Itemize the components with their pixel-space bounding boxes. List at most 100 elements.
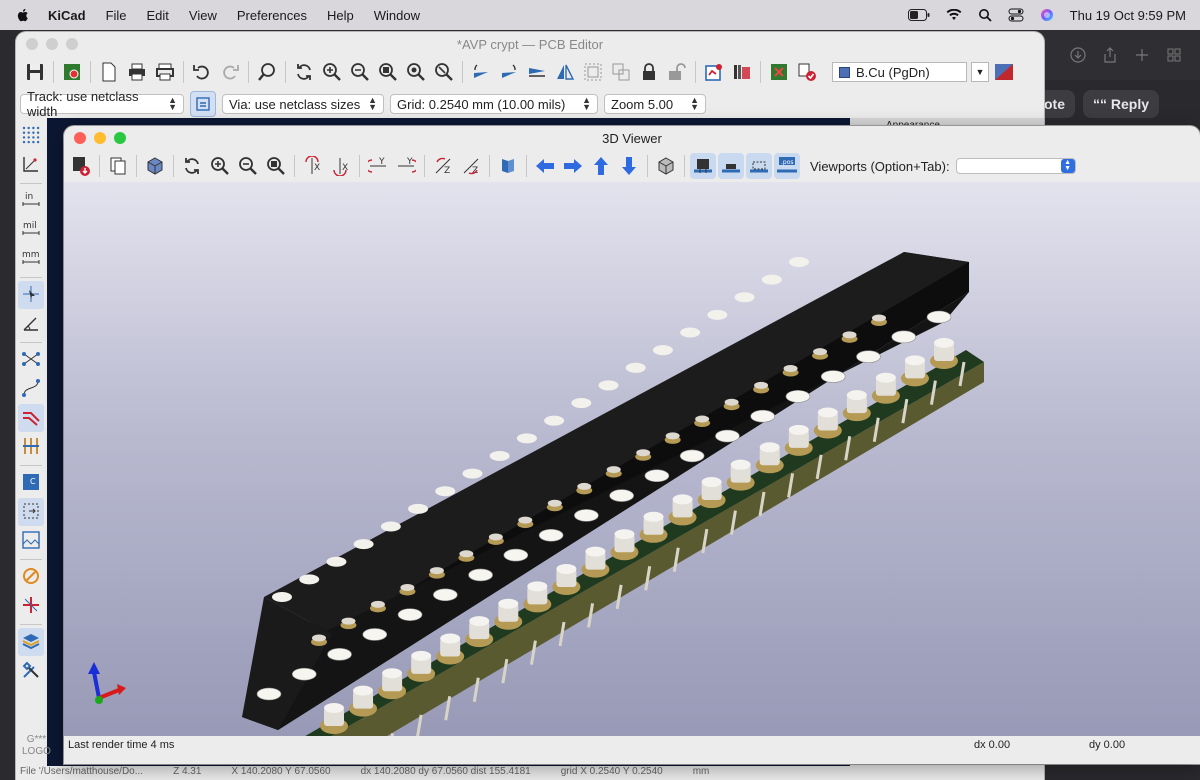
- move-right-button[interactable]: [560, 153, 586, 179]
- left-tool-ratsnest-button[interactable]: [18, 346, 44, 374]
- move-up-button[interactable]: [588, 153, 614, 179]
- unlock-button[interactable]: [664, 59, 690, 85]
- show-virtual-models-button[interactable]: [746, 153, 772, 179]
- flip-button[interactable]: [524, 59, 550, 85]
- left-tool-net-inspector-button[interactable]: [18, 592, 44, 620]
- rotate-cw-button[interactable]: [496, 59, 522, 85]
- plot-button[interactable]: [152, 59, 178, 85]
- mirror-button[interactable]: [552, 59, 578, 85]
- menu-file[interactable]: File: [106, 8, 127, 23]
- zoom-window-button[interactable]: [114, 132, 126, 144]
- download-icon[interactable]: [1070, 47, 1086, 63]
- quote-button[interactable]: ote: [1040, 90, 1075, 118]
- flip-board-button[interactable]: [495, 153, 521, 179]
- wifi-icon[interactable]: [946, 9, 962, 21]
- zoom-out-3d-button[interactable]: [235, 153, 261, 179]
- left-tool-outline-button[interactable]: [18, 498, 44, 526]
- refresh-button[interactable]: [291, 59, 317, 85]
- raytracing-button[interactable]: [142, 153, 168, 179]
- rotate-ccw-button[interactable]: [468, 59, 494, 85]
- zoom-in-3d-button[interactable]: [207, 153, 233, 179]
- left-tool-curved-ratsnest-button[interactable]: [18, 375, 44, 403]
- left-tool-mil-units-button[interactable]: mil: [18, 216, 44, 244]
- viewports-select[interactable]: ▲ ▼: [955, 158, 1076, 174]
- layer-pair-button[interactable]: [991, 59, 1017, 85]
- move-down-button[interactable]: [616, 153, 642, 179]
- new-tab-icon[interactable]: [1134, 47, 1150, 63]
- left-tool-cursor-snap-button[interactable]: [18, 281, 44, 309]
- left-tool-polar-coords-button[interactable]: [18, 151, 44, 179]
- auto-track-width-button[interactable]: [190, 91, 216, 117]
- share-icon[interactable]: [1102, 47, 1118, 63]
- zoom-selection-button[interactable]: [431, 59, 457, 85]
- zoom-objects-button[interactable]: [403, 59, 429, 85]
- battery-icon[interactable]: [907, 9, 930, 21]
- lock-button[interactable]: [636, 59, 662, 85]
- menu-app-kicad[interactable]: KiCad: [48, 8, 86, 23]
- left-tool-pad-numbers-button[interactable]: C: [18, 469, 44, 497]
- left-tool-tracks-high-contrast-button[interactable]: [18, 404, 44, 432]
- menu-edit[interactable]: Edit: [147, 8, 169, 23]
- rotate-y-ccw-button[interactable]: Y: [393, 153, 419, 179]
- board-setup-button[interactable]: [59, 59, 85, 85]
- menu-preferences[interactable]: Preferences: [237, 8, 307, 23]
- rotate-x-cw-button[interactable]: X: [300, 153, 326, 179]
- refresh-3d-button[interactable]: [179, 153, 205, 179]
- close-window-button[interactable]: [26, 38, 38, 50]
- spotlight-search-icon[interactable]: [978, 8, 992, 22]
- viewer-3d-canvas[interactable]: [64, 182, 1200, 740]
- zoom-fit-button[interactable]: [375, 59, 401, 85]
- print-button[interactable]: [124, 59, 150, 85]
- left-tool-inch-units-button[interactable]: in: [18, 187, 44, 215]
- minimize-window-button[interactable]: [46, 38, 58, 50]
- menu-help[interactable]: Help: [327, 8, 354, 23]
- left-tool-zones-button[interactable]: [18, 527, 44, 555]
- control-center-icon[interactable]: [1008, 8, 1024, 22]
- active-layer-selector[interactable]: B.Cu (PgDn): [832, 62, 967, 82]
- drc-button[interactable]: [794, 59, 820, 85]
- move-left-button[interactable]: [532, 153, 558, 179]
- rotate-y-cw-button[interactable]: Y: [365, 153, 391, 179]
- show-not-in-pos-button[interactable]: .pos: [774, 153, 800, 179]
- show-smd-models-button[interactable]: [718, 153, 744, 179]
- zoom-window-button[interactable]: [66, 38, 78, 50]
- save-button[interactable]: [22, 59, 48, 85]
- apple-logo-icon[interactable]: [14, 6, 32, 24]
- group-button[interactable]: [580, 59, 606, 85]
- reply-button[interactable]: ““ Reply: [1083, 90, 1160, 118]
- rotate-x-ccw-button[interactable]: X: [328, 153, 354, 179]
- track-width-select[interactable]: Track: use netclass width ▲ ▼: [20, 89, 184, 119]
- menubar-clock[interactable]: Thu 19 Oct 9:59 PM: [1070, 8, 1186, 23]
- left-tool-drc-marker-button[interactable]: [18, 563, 44, 591]
- scripting-button[interactable]: [766, 59, 792, 85]
- menu-window[interactable]: Window: [374, 8, 420, 23]
- rotate-z-ccw-button[interactable]: Z: [458, 153, 484, 179]
- tab-overview-icon[interactable]: [1166, 47, 1182, 63]
- rotate-z-cw-button[interactable]: Z: [430, 153, 456, 179]
- minimize-window-button[interactable]: [94, 132, 106, 144]
- left-tool-grid-dots-button[interactable]: [18, 122, 44, 150]
- close-window-button[interactable]: [74, 132, 86, 144]
- via-size-select[interactable]: Via: use netclass sizes ▲ ▼: [222, 94, 384, 114]
- zoom-in-button[interactable]: [319, 59, 345, 85]
- left-tool-layers-manager-button[interactable]: [18, 628, 44, 656]
- redo-button[interactable]: [217, 59, 243, 85]
- page-settings-button[interactable]: [96, 59, 122, 85]
- footprint-browser-button[interactable]: [729, 59, 755, 85]
- zoom-fit-3d-button[interactable]: [263, 153, 289, 179]
- left-tool-mm-units-button[interactable]: mm: [18, 245, 44, 273]
- left-tool-vias-button[interactable]: [18, 433, 44, 461]
- zoom-out-button[interactable]: [347, 59, 373, 85]
- layer-dropdown-button[interactable]: ▼: [971, 62, 989, 82]
- zoom-select[interactable]: Zoom 5.00 ▲ ▼: [604, 94, 706, 114]
- show-tht-models-button[interactable]: [690, 153, 716, 179]
- grid-select[interactable]: Grid: 0.2540 mm (10.00 mils) ▲ ▼: [390, 94, 598, 114]
- left-tool-angle-constraint-button[interactable]: [18, 310, 44, 338]
- undo-button[interactable]: [189, 59, 215, 85]
- update-pcb-button[interactable]: [701, 59, 727, 85]
- find-button[interactable]: [254, 59, 280, 85]
- ungroup-button[interactable]: [608, 59, 634, 85]
- ortho-projection-button[interactable]: [653, 153, 679, 179]
- copy-3d-image-button[interactable]: [105, 153, 131, 179]
- siri-icon[interactable]: [1040, 8, 1054, 22]
